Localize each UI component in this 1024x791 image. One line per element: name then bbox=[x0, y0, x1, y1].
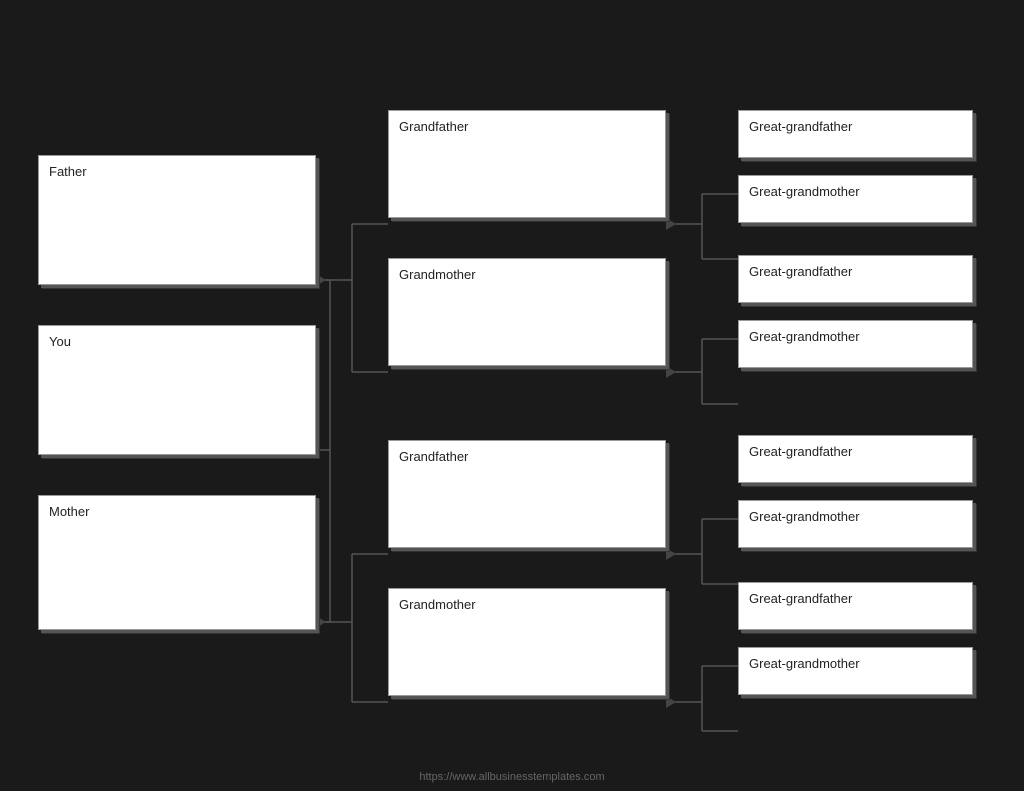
gg2-card: Great-grandmother bbox=[738, 175, 973, 223]
gg4-label: Great-grandmother bbox=[749, 329, 860, 344]
maternal-grandmother-label: Grandmother bbox=[399, 597, 476, 612]
gg8-label: Great-grandmother bbox=[749, 656, 860, 671]
gg8-card: Great-grandmother bbox=[738, 647, 973, 695]
you-label: You bbox=[49, 334, 71, 349]
mother-label: Mother bbox=[49, 504, 89, 519]
gg1-label: Great-grandfather bbox=[749, 119, 852, 134]
paternal-grandfather-card: Grandfather bbox=[388, 110, 666, 218]
gg2-label: Great-grandmother bbox=[749, 184, 860, 199]
gg6-label: Great-grandmother bbox=[749, 509, 860, 524]
gg3-label: Great-grandfather bbox=[749, 264, 852, 279]
footer-link[interactable]: https://www.allbusinesstemplates.com bbox=[0, 771, 1024, 783]
gg7-label: Great-grandfather bbox=[749, 591, 852, 606]
mother-card: Mother bbox=[38, 495, 316, 630]
gg3-card: Great-grandfather bbox=[738, 255, 973, 303]
father-label: Father bbox=[49, 164, 87, 179]
gg5-label: Great-grandfather bbox=[749, 444, 852, 459]
gg4-card: Great-grandmother bbox=[738, 320, 973, 368]
gg1-card: Great-grandfather bbox=[738, 110, 973, 158]
paternal-grandmother-label: Grandmother bbox=[399, 267, 476, 282]
gg5-card: Great-grandfather bbox=[738, 435, 973, 483]
paternal-grandmother-card: Grandmother bbox=[388, 258, 666, 366]
maternal-grandmother-card: Grandmother bbox=[388, 588, 666, 696]
gg7-card: Great-grandfather bbox=[738, 582, 973, 630]
paternal-grandfather-label: Grandfather bbox=[399, 119, 468, 134]
gg6-card: Great-grandmother bbox=[738, 500, 973, 548]
maternal-grandfather-card: Grandfather bbox=[388, 440, 666, 548]
father-card: Father bbox=[38, 155, 316, 285]
you-card: You bbox=[38, 325, 316, 455]
maternal-grandfather-label: Grandfather bbox=[399, 449, 468, 464]
